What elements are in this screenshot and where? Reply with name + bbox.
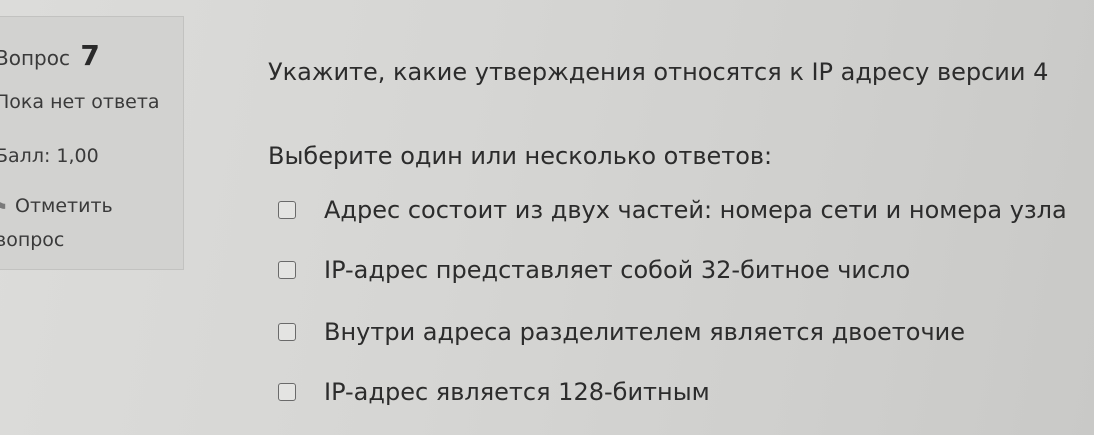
- question-info-panel: Вопрос 7 Пока нет ответа Балл: 1,00 ⚑ Отм…: [0, 16, 184, 270]
- answer-label-3[interactable]: Внутри адреса разделителем является двое…: [324, 318, 965, 346]
- answer-label-1[interactable]: Адрес состоит из двух частей: номера сет…: [324, 196, 1067, 224]
- question-text: Укажите, какие утверждения относятся к I…: [268, 58, 1049, 86]
- flag-icon: ⚑: [0, 200, 8, 216]
- answer-checkbox-3[interactable]: [278, 323, 296, 341]
- answer-checkbox-4[interactable]: [278, 383, 296, 401]
- flag-question-link[interactable]: ⚑ Отметить: [0, 195, 113, 217]
- answer-option-2[interactable]: IP-адрес представляет собой 32-битное чи…: [278, 256, 910, 284]
- question-number: 7: [80, 39, 100, 72]
- answer-label-2[interactable]: IP-адрес представляет собой 32-битное чи…: [324, 256, 910, 284]
- answer-checkbox-2[interactable]: [278, 261, 296, 279]
- answer-option-1[interactable]: Адрес состоит из двух частей: номера сет…: [278, 196, 1067, 224]
- question-label: Вопрос 7: [0, 39, 100, 72]
- answer-checkbox-1[interactable]: [278, 201, 296, 219]
- question-grade: Балл: 1,00: [0, 145, 99, 167]
- flag-label-line1[interactable]: Отметить: [15, 195, 113, 217]
- answer-status: Пока нет ответа: [0, 91, 160, 113]
- answer-prompt: Выберите один или несколько ответов:: [268, 142, 773, 170]
- question-label-text: Вопрос: [0, 46, 70, 70]
- answer-label-4[interactable]: IP-адрес является 128-битным: [324, 378, 710, 406]
- answer-option-3[interactable]: Внутри адреса разделителем является двое…: [278, 318, 965, 346]
- flag-label-line2[interactable]: вопрос: [0, 229, 64, 251]
- answer-option-4[interactable]: IP-адрес является 128-битным: [278, 378, 710, 406]
